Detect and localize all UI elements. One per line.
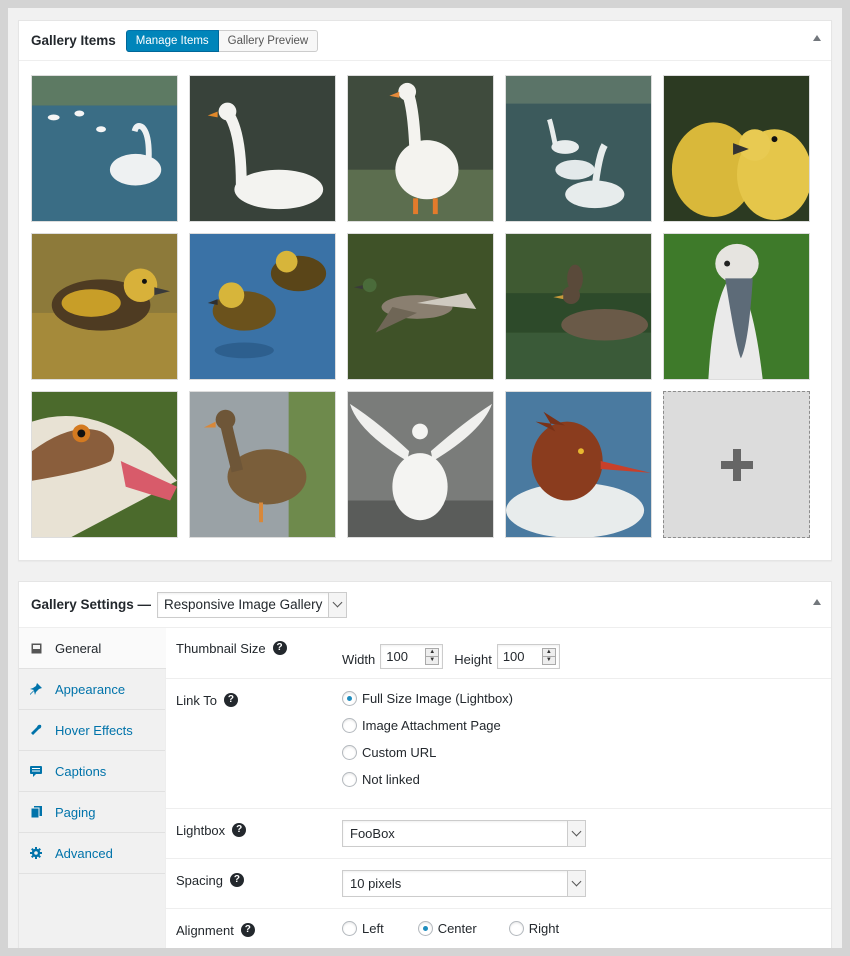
lightbox-value: FooBox [350,826,395,841]
gallery-template-value: Responsive Image Gallery [164,597,323,612]
gallery-template-select[interactable]: Responsive Image Gallery [157,591,348,618]
gallery-items-box: Gallery Items Manage Items Gallery Previ… [18,20,832,561]
tab-manage-items[interactable]: Manage Items [125,29,219,52]
pages-icon [29,805,43,819]
settings-content: Thumbnail Size ? Width 100 ▲ ▼ Height 100… [166,628,831,948]
lightbox-select[interactable]: FooBox [342,820,586,847]
help-icon[interactable]: ? [272,641,287,655]
alignment-label: Alignment [176,923,234,938]
lightbox-row: Lightbox ? FooBox [166,809,831,859]
radio-icon[interactable] [342,772,357,787]
gallery-settings-box: Gallery Settings — Responsive Image Gall… [18,581,832,948]
radio-selected-icon[interactable] [342,691,357,706]
link-option-custom-url[interactable]: Custom URL [342,739,831,766]
gallery-items-title: Gallery Items [31,33,116,48]
width-label: Width [342,651,376,667]
width-spinner-icon[interactable]: ▲ ▼ [425,647,440,665]
lightbox-label: Lightbox [176,823,226,838]
thumbnail-size-label: Thumbnail Size [176,641,266,656]
gallery-thumbnail-13[interactable] [347,391,494,538]
link-option-not-linked[interactable]: Not linked [342,766,831,793]
help-icon[interactable]: ? [240,923,255,937]
chevron-down-icon [567,821,585,846]
gallery-thumbnail-4[interactable] [505,75,652,222]
help-icon[interactable]: ? [223,693,238,707]
nav-item-label: Appearance [55,681,126,697]
nav-item-label: General [55,640,102,656]
chevron-down-icon [328,592,347,617]
comment-icon [29,764,43,778]
nav-item-hover-effects[interactable]: Hover Effects [19,710,165,751]
help-icon[interactable]: ? [229,873,244,887]
gallery-thumbnail-5[interactable] [663,75,810,222]
gallery-thumbnail-6[interactable] [31,233,178,380]
gallery-items-header: Gallery Items Manage Items Gallery Previ… [19,21,831,61]
height-value: 100 [502,648,525,664]
gallery-thumbnail-11[interactable] [31,391,178,538]
thumbnail-size-row: Thumbnail Size ? Width 100 ▲ ▼ Height 100… [166,628,831,679]
radio-icon[interactable] [342,718,357,733]
link-to-row: Link To ? Full Size Image (Lightbox) Ima… [166,679,831,809]
gallery-settings-header: Gallery Settings — Responsive Image Gall… [19,582,831,628]
gallery-settings-title: Gallery Settings — [31,597,152,612]
gallery-thumbnail-2[interactable] [189,75,336,222]
plus-icon [720,448,753,481]
nav-item-label: Hover Effects [55,722,133,738]
spacing-label: Spacing [176,873,223,888]
wrench-icon [29,723,43,737]
items-tab-switch: Manage Items Gallery Preview [125,29,319,52]
collapse-arrow-icon[interactable] [813,35,821,41]
gallery-thumbnail-1[interactable] [31,75,178,222]
gallery-grid [31,75,810,538]
collapse-arrow-icon[interactable] [813,599,821,605]
height-input[interactable]: 100 ▲ ▼ [496,643,560,669]
chevron-down-icon [567,871,585,896]
gallery-thumbnail-3[interactable] [347,75,494,222]
radio-icon[interactable] [342,745,357,760]
alignment-row: Alignment ? Left Center Right [166,909,831,948]
width-input[interactable]: 100 ▲ ▼ [380,643,444,669]
radio-icon[interactable] [342,921,357,936]
tab-gallery-preview[interactable]: Gallery Preview [218,29,319,52]
link-to-label: Link To [176,693,217,708]
general-icon [29,641,43,655]
gallery-thumbnail-10[interactable] [663,233,810,380]
width-value: 100 [386,648,408,664]
settings-side-nav: General Appearance Hover Effects Caption… [19,628,166,948]
gallery-thumbnail-9[interactable] [505,233,652,380]
gear-icon [29,846,43,860]
align-option-right[interactable]: Right [508,915,559,942]
gallery-thumbnail-12[interactable] [189,391,336,538]
nav-item-appearance[interactable]: Appearance [19,669,165,710]
link-option-attachment-page[interactable]: Image Attachment Page [342,712,831,739]
gallery-thumbnail-8[interactable] [347,233,494,380]
gallery-thumbnail-7[interactable] [189,233,336,380]
spacing-row: Spacing ? 10 pixels [166,859,831,909]
radio-icon[interactable] [508,921,524,936]
nav-item-general[interactable]: General [19,628,166,669]
nav-item-captions[interactable]: Captions [19,751,165,792]
add-item-tile[interactable] [663,391,810,538]
link-option-full-size[interactable]: Full Size Image (Lightbox) [342,685,831,712]
nav-item-label: Captions [55,763,107,779]
align-option-left[interactable]: Left [342,915,384,942]
gallery-thumbnail-14[interactable] [505,391,652,538]
spacing-value: 10 pixels [350,876,402,891]
help-icon[interactable]: ? [232,823,247,837]
radio-selected-icon[interactable] [417,921,433,936]
spacing-select[interactable]: 10 pixels [342,870,586,897]
nav-item-label: Paging [55,804,96,820]
height-label: Height [454,651,492,667]
nav-item-advanced[interactable]: Advanced [19,833,165,874]
align-option-center[interactable]: Center [417,915,477,942]
height-spinner-icon[interactable]: ▲ ▼ [541,647,556,665]
settings-body: General Appearance Hover Effects Caption… [19,628,831,948]
nav-item-label: Advanced [55,845,113,861]
pin-icon [29,682,43,696]
nav-item-paging[interactable]: Paging [19,792,165,833]
